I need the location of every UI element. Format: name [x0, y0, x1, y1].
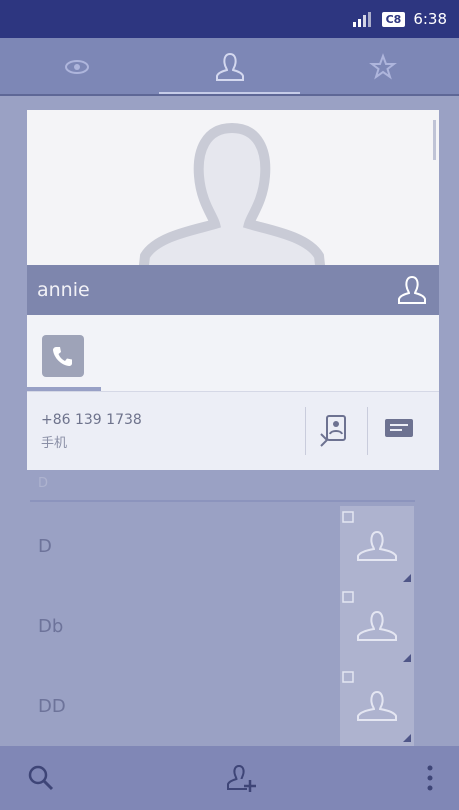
tab-bar	[0, 38, 459, 96]
contact-name-bar: annie	[27, 265, 439, 315]
contact-list: D D Db DD	[0, 470, 459, 746]
phone-section-icon	[42, 335, 84, 377]
list-item-avatar[interactable]	[340, 586, 414, 666]
message-icon[interactable]	[383, 416, 415, 442]
contact-name: annie	[37, 279, 90, 301]
recent-calls-icon	[62, 57, 92, 77]
avatar-placeholder-icon	[357, 610, 397, 641]
quick-contact-badge	[403, 574, 411, 582]
small-person-icon	[342, 508, 354, 527]
avatar-placeholder-icon	[357, 690, 397, 721]
contact-photo-placeholder-icon	[117, 120, 347, 265]
status-bar: C8 6:38	[0, 0, 459, 38]
status-time: 6:38	[413, 10, 447, 28]
list-item-avatar[interactable]	[340, 506, 414, 586]
contact-card: annie +86 139 1738 手机	[27, 110, 439, 470]
avatar-placeholder-icon	[357, 530, 397, 561]
bottom-action-bar	[0, 746, 459, 810]
list-section-header: D	[38, 476, 49, 491]
list-item-name: D	[38, 536, 52, 557]
quick-contact-badge	[403, 734, 411, 742]
list-item-name: Db	[38, 616, 64, 637]
list-item-avatar[interactable]	[340, 666, 414, 746]
battery-icon: C8	[381, 11, 406, 27]
small-person-icon	[342, 668, 354, 687]
overflow-menu-icon[interactable]	[425, 763, 435, 793]
divider	[305, 407, 306, 455]
list-item[interactable]: D	[0, 506, 459, 586]
search-icon[interactable]	[26, 763, 56, 793]
signal-icon	[352, 11, 374, 27]
tab-divider	[0, 94, 459, 96]
phone-number: +86 139 1738	[41, 412, 142, 428]
phone-number-row[interactable]: +86 139 1738 手机	[27, 392, 439, 470]
contact-photo[interactable]	[27, 110, 439, 265]
list-item[interactable]: Db	[0, 586, 459, 666]
tab-recent-calls[interactable]	[0, 38, 153, 96]
list-item-name: DD	[38, 696, 66, 717]
divider	[367, 407, 368, 455]
contact-card-share-icon[interactable]	[317, 414, 353, 448]
list-section-divider	[30, 500, 415, 502]
phone-type-label: 手机	[41, 436, 68, 451]
quick-contact-badge	[403, 654, 411, 662]
contact-person-icon[interactable]	[395, 274, 429, 306]
small-person-icon	[342, 588, 354, 607]
photo-scrollbar	[433, 120, 436, 160]
contacts-icon	[213, 50, 247, 84]
add-contact-icon[interactable]	[225, 762, 257, 794]
list-item[interactable]: DD	[0, 666, 459, 746]
tab-contacts[interactable]	[153, 38, 306, 96]
tab-favorites[interactable]	[306, 38, 459, 96]
favorites-star-icon	[368, 53, 397, 81]
